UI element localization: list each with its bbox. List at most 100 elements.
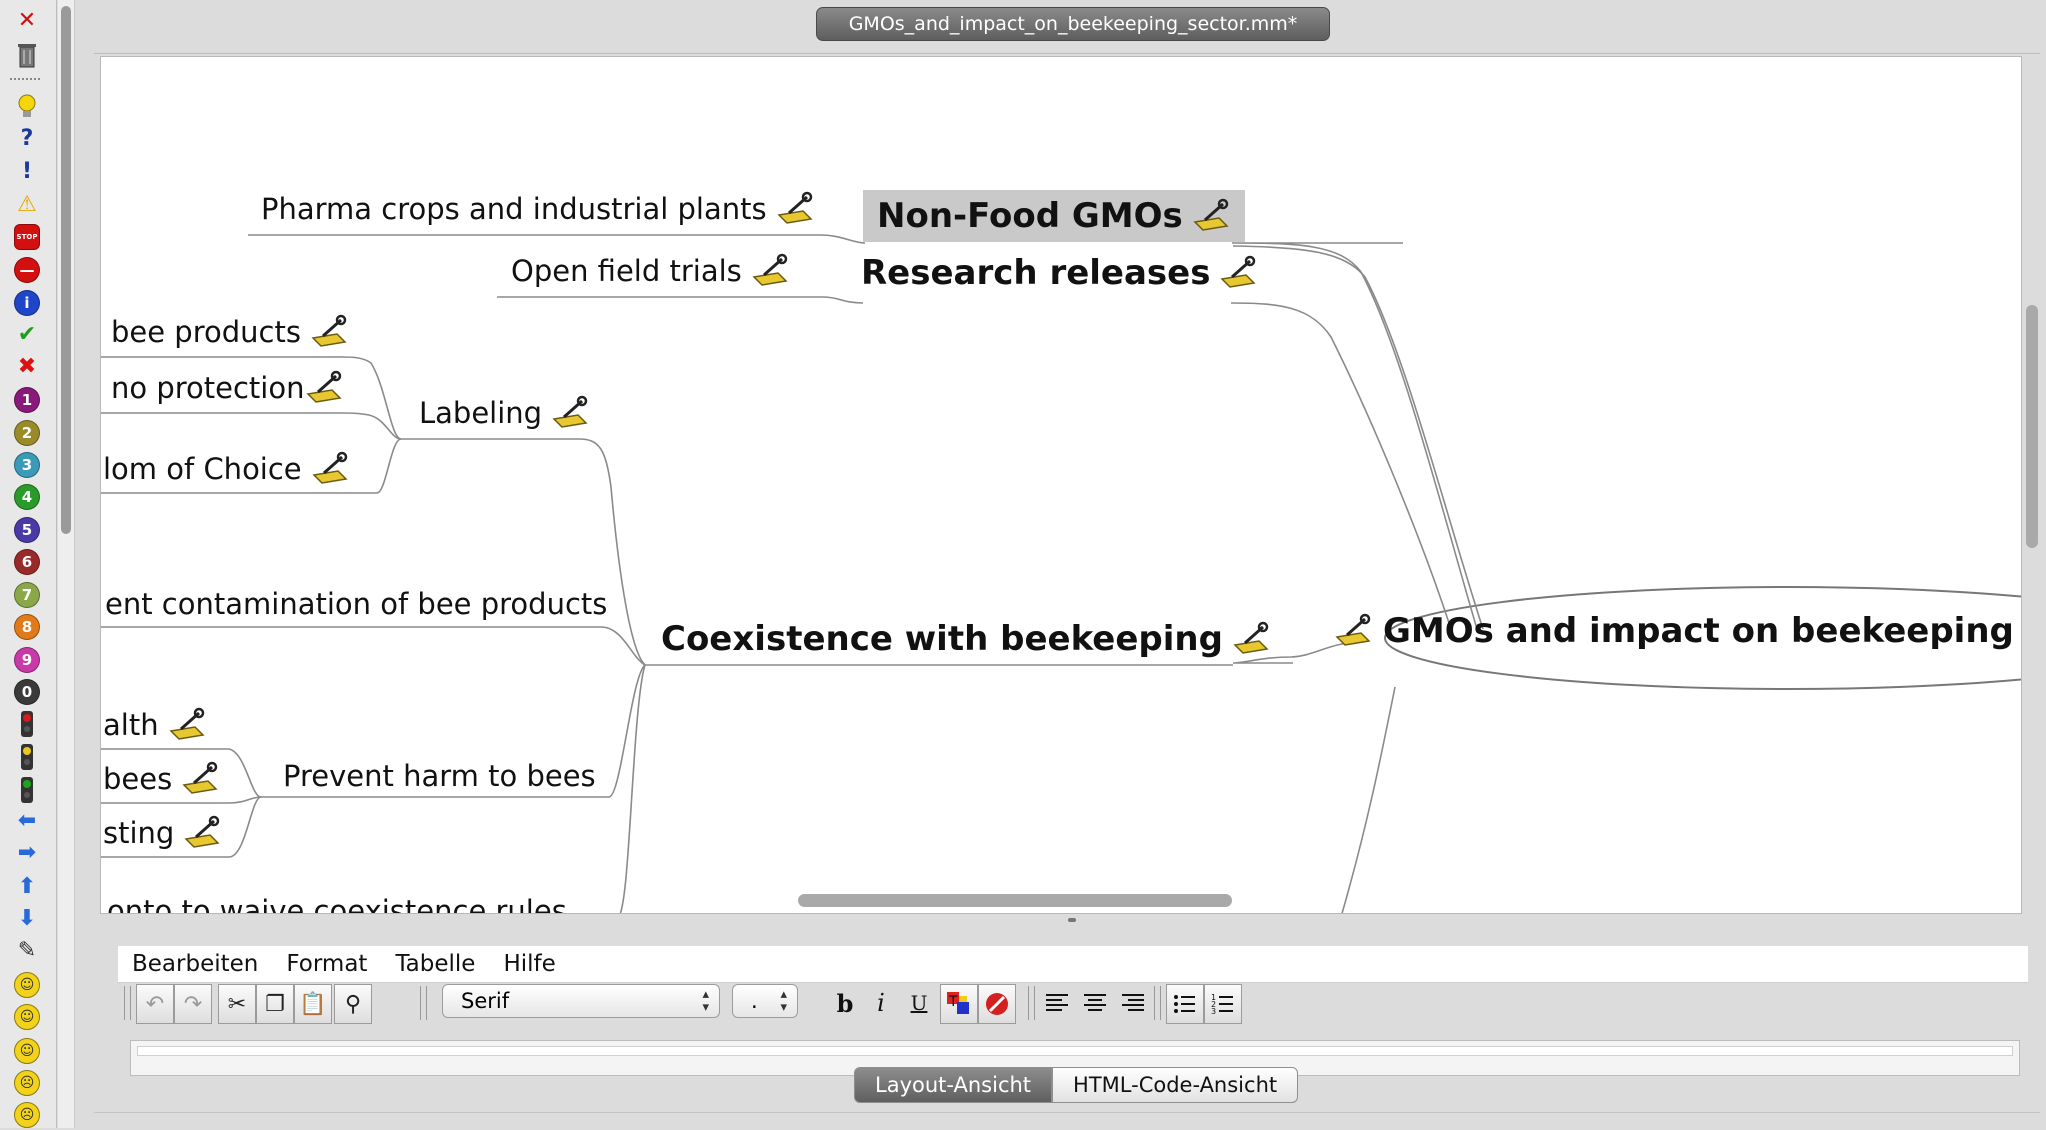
- priority-6-icon[interactable]: 6: [12, 547, 42, 577]
- stop-sign-icon[interactable]: STOP: [12, 222, 42, 252]
- bullet-list-button[interactable]: [1166, 984, 1204, 1024]
- align-right-button[interactable]: [1116, 984, 1150, 1022]
- priority-7-icon[interactable]: 7: [12, 580, 42, 610]
- arrow-down-icon[interactable]: ⬇: [12, 904, 42, 934]
- traffic-light-yellow-icon[interactable]: [12, 742, 42, 772]
- branch-label: Non-Food GMOs: [877, 196, 1183, 236]
- priority-0-icon[interactable]: 0: [12, 677, 42, 707]
- bold-button[interactable]: b: [828, 984, 862, 1022]
- node-freedom-of-choice[interactable]: lom of Choice: [103, 451, 350, 487]
- arrow-right-icon[interactable]: ➡: [12, 838, 42, 868]
- paste-button[interactable]: 📋: [294, 984, 332, 1024]
- wrench-icon: [1193, 198, 1229, 231]
- node-prevent-harm-to-bees[interactable]: Prevent harm to bees: [283, 759, 596, 793]
- priority-4-icon[interactable]: 4: [12, 482, 42, 512]
- branch-research-releases[interactable]: Research releases: [861, 253, 1258, 293]
- node-pharma-crops[interactable]: Pharma crops and industrial plants: [261, 191, 815, 227]
- icon-toolbar: ✕?! ⚠ STOP — i ✔ ✖ 1 2 3 4 5 6 7 8 9 0 ⬅ ➡ ⬆ ⬇ ✎ ☺ ☺ ☺ ☹ ☹: [0, 0, 57, 1128]
- cut-button[interactable]: ✂: [218, 984, 256, 1024]
- priority-5-icon[interactable]: 5: [12, 515, 42, 545]
- smiley-sad-icon[interactable]: ☹: [12, 1100, 42, 1130]
- node-contamination-of-bee-products[interactable]: ent contamination of bee products: [105, 587, 607, 621]
- align-center-button[interactable]: [1078, 984, 1112, 1022]
- menu-format[interactable]: Format: [272, 951, 381, 977]
- tab-layout-view[interactable]: Layout-Ansicht: [854, 1067, 1053, 1103]
- node-bee-products[interactable]: bee products: [111, 314, 349, 350]
- wrench-icon: [752, 253, 788, 286]
- root-node[interactable]: GMOs and impact on beekeeping sec: [1333, 611, 2021, 651]
- icon-toolbar-scrollbar[interactable]: [58, 0, 75, 1128]
- menu-bearbeiten[interactable]: Bearbeiten: [118, 951, 272, 977]
- smiley-angry-icon[interactable]: ☹: [12, 1068, 42, 1098]
- wrench-icon: [312, 451, 348, 484]
- checkmark-icon[interactable]: ✔: [12, 320, 42, 350]
- node-no-protection[interactable]: no protection: [111, 370, 344, 406]
- idea-icon[interactable]: [12, 92, 42, 122]
- arrow-up-icon[interactable]: ⬆: [12, 872, 42, 902]
- scissors-icon: ✂: [227, 991, 247, 1017]
- italic-button[interactable]: i: [864, 984, 898, 1022]
- pencil-icon[interactable]: ✎: [12, 936, 42, 966]
- priority-3-icon[interactable]: 3: [12, 450, 42, 480]
- icon-toolbar-separator: [10, 78, 40, 80]
- undo-button[interactable]: ↶: [136, 984, 174, 1024]
- node-bees[interactable]: bees: [103, 761, 220, 797]
- redo-button[interactable]: ↷: [174, 984, 212, 1024]
- node-label: alth: [103, 708, 159, 742]
- branch-label: Coexistence with beekeeping: [661, 619, 1223, 659]
- italic-label: i: [877, 989, 885, 1017]
- traffic-light-red-icon[interactable]: [12, 709, 42, 739]
- svg-text:3: 3: [1211, 1007, 1216, 1015]
- align-left-button[interactable]: [1040, 984, 1074, 1022]
- priority-2-icon[interactable]: 2: [12, 418, 42, 448]
- node-open-field-trials[interactable]: Open field trials: [511, 253, 790, 289]
- question-icon[interactable]: ?: [12, 124, 42, 154]
- remove-icon[interactable]: ✕: [12, 6, 42, 36]
- priority-9-icon[interactable]: 9: [12, 645, 42, 675]
- underline-button[interactable]: U: [902, 984, 936, 1022]
- node-waive-coexistence-rules[interactable]: onto to waive coexistence rules: [107, 883, 567, 913]
- cross-icon[interactable]: ✖: [12, 352, 42, 382]
- numbered-list-button[interactable]: 123: [1204, 984, 1242, 1024]
- smiley-happy-icon[interactable]: ☺: [12, 970, 42, 1000]
- editor-view-tabs: Layout-Ansicht HTML-Code-Ansicht: [854, 1067, 1299, 1103]
- horizontal-scroll-thumb[interactable]: [798, 894, 1232, 907]
- font-size-select[interactable]: . ▴ ▾: [732, 984, 798, 1018]
- mindmap-canvas[interactable]: GMOs and impact on beekeeping sec Non-Fo…: [100, 56, 2022, 914]
- branch-non-food-gmos[interactable]: Non-Food GMOs: [863, 190, 1245, 242]
- copy-button[interactable]: ❐: [256, 984, 294, 1024]
- toolbar-separator: [1028, 986, 1035, 1020]
- important-icon[interactable]: !: [12, 157, 42, 187]
- branch-coexistence-with-beekeeping[interactable]: Coexistence with beekeeping: [661, 619, 1271, 659]
- smiley-neutral-icon[interactable]: ☺: [12, 1002, 42, 1032]
- splitter-handle[interactable]: [1068, 918, 1076, 922]
- priority-8-icon[interactable]: 8: [12, 612, 42, 642]
- document-title-tab[interactable]: GMOs_and_impact_on_beekeeping_sector.mm*: [816, 7, 1330, 41]
- vertical-scroll-thumb[interactable]: [2026, 305, 2038, 548]
- font-family-select[interactable]: Serif ▴ ▾: [442, 984, 720, 1018]
- clear-format-button[interactable]: [978, 984, 1016, 1024]
- note-editor-toolbar: ↶ ↷ ✂ ❐ 📋 ⚲ Serif ▴ ▾ . ▴ ▾ b i U T 1 2 …: [118, 984, 2028, 1028]
- arrow-left-icon[interactable]: ⬅: [12, 806, 42, 836]
- numbered-list-icon: 123: [1211, 993, 1233, 1015]
- menu-hilfe[interactable]: Hilfe: [489, 951, 569, 977]
- priority-1-icon[interactable]: 1: [12, 385, 42, 415]
- node-label: sting: [103, 816, 175, 850]
- tab-html-code-view[interactable]: HTML-Code-Ansicht: [1052, 1067, 1299, 1103]
- node-testing[interactable]: sting: [103, 815, 222, 851]
- smiley-surprised-icon[interactable]: ☺: [12, 1036, 42, 1066]
- traffic-light-green-icon[interactable]: [12, 775, 42, 805]
- info-icon[interactable]: i: [12, 288, 42, 318]
- menu-tabelle[interactable]: Tabelle: [381, 951, 489, 977]
- divider: [94, 53, 2040, 54]
- node-label: Open field trials: [511, 254, 742, 288]
- text-color-button[interactable]: T: [940, 984, 978, 1024]
- warning-icon[interactable]: ⚠: [12, 190, 42, 220]
- trash-icon[interactable]: [12, 40, 42, 70]
- icon-toolbar-scroll-thumb[interactable]: [61, 6, 71, 534]
- node-health[interactable]: alth: [103, 707, 207, 743]
- no-entry-icon[interactable]: —: [12, 255, 42, 285]
- find-button[interactable]: ⚲: [334, 984, 372, 1024]
- node-labeling[interactable]: Labeling: [419, 395, 590, 431]
- note-edit-content[interactable]: [137, 1046, 2013, 1056]
